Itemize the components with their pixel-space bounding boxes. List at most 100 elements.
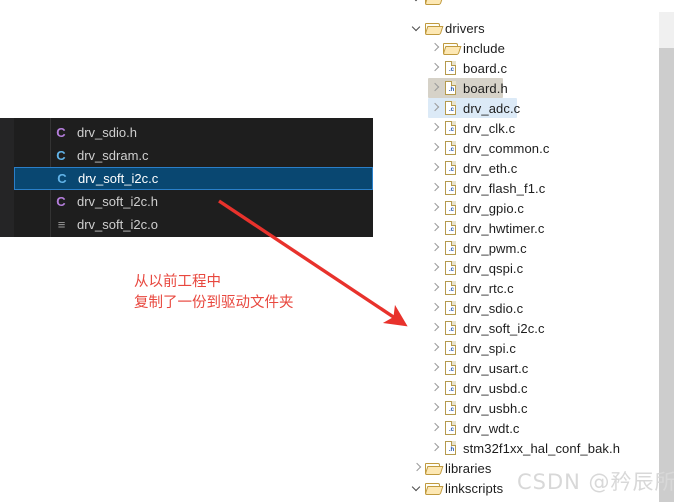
- tree-row[interactable]: .c drv_clk.c: [400, 118, 674, 138]
- tree-row[interactable]: .c drv_usbh.c: [400, 398, 674, 418]
- tree-row-label: stm32f1xx_hal_conf_bak.h: [463, 440, 621, 456]
- c-file-icon: .c: [442, 278, 460, 298]
- chevron-right-icon[interactable]: [428, 358, 442, 378]
- c-file-icon: .c: [442, 218, 460, 238]
- tree-row-label: drv_soft_i2c.c: [463, 320, 545, 336]
- chevron-right-icon[interactable]: [428, 338, 442, 358]
- chevron-right-icon[interactable]: [428, 158, 442, 178]
- chevron-right-icon[interactable]: [410, 458, 424, 478]
- annotation-note: 从以前工程中 复制了一份到驱动文件夹: [134, 274, 294, 311]
- folder-open-icon: [442, 38, 460, 58]
- chevron-right-icon[interactable]: [428, 118, 442, 138]
- chevron-right-icon[interactable]: [428, 258, 442, 278]
- dark-file-row[interactable]: Cdrv_soft_i2c.h: [51, 190, 373, 213]
- c-file-icon: .c: [442, 198, 460, 218]
- folder-open-icon: [424, 0, 442, 8]
- chevron-right-icon[interactable]: [428, 138, 442, 158]
- chevron-right-icon[interactable]: [428, 278, 442, 298]
- dark-file-explorer-panel[interactable]: Cdrv_sdio.h Cdrv_sdram.c Cdrv_soft_i2c.c Cd…: [0, 118, 373, 237]
- chevron-right-icon[interactable]: [428, 398, 442, 418]
- dark-file-row-selected[interactable]: Cdrv_soft_i2c.c: [14, 167, 373, 190]
- tree-row-label: drv_common.c: [463, 140, 550, 156]
- c-file-icon: .c: [442, 158, 460, 178]
- tree-row[interactable]: .c drv_usbd.c: [400, 378, 674, 398]
- project-file-tree[interactable]: drivers include .c board.c .h board.h .c drv_ad…: [400, 0, 674, 502]
- c-file-icon: .c: [442, 238, 460, 258]
- tree-row-label: drv_rtc.c: [463, 280, 514, 296]
- tree-scrollbar-thumb[interactable]: [659, 48, 674, 502]
- tree-row[interactable]: include: [400, 38, 674, 58]
- tree-row[interactable]: .c drv_gpio.c: [400, 198, 674, 218]
- tree-row[interactable]: .c drv_spi.c: [400, 338, 674, 358]
- c-file-icon: .c: [442, 358, 460, 378]
- folder-open-icon: [424, 458, 442, 478]
- tree-row-label: drv_spi.c: [463, 340, 516, 356]
- c-file-icon: .c: [442, 298, 460, 318]
- tree-row[interactable]: .c drv_eth.c: [400, 158, 674, 178]
- tree-row[interactable]: .c drv_qspi.c: [400, 258, 674, 278]
- tree-row-label: drv_usbd.c: [463, 380, 528, 396]
- chevron-right-icon[interactable]: [428, 38, 442, 58]
- chevron-right-icon[interactable]: [428, 378, 442, 398]
- tree-row-label: board.c: [463, 60, 508, 76]
- chevron-down-icon[interactable]: [410, 478, 424, 498]
- tree-row[interactable]: .c drv_hwtimer.c: [400, 218, 674, 238]
- tree-row[interactable]: .c drv_soft_i2c.c: [400, 318, 674, 338]
- tree-row[interactable]: .h stm32f1xx_hal_conf_bak.h: [400, 438, 674, 458]
- tree-row-list[interactable]: drivers include .c board.c .h board.h .c drv_ad…: [400, 18, 674, 498]
- tree-row[interactable]: .c board.c: [400, 58, 674, 78]
- chevron-right-icon[interactable]: [428, 298, 442, 318]
- c-file-icon: .c: [442, 118, 460, 138]
- tree-row-label: board.h: [463, 80, 508, 96]
- chevron-right-icon[interactable]: [428, 238, 442, 258]
- chevron-right-icon[interactable]: [428, 178, 442, 198]
- c-file-icon: .c: [442, 58, 460, 78]
- tree-row[interactable]: .c drv_sdio.c: [400, 298, 674, 318]
- tree-row-label: drv_flash_f1.c: [463, 180, 546, 196]
- tree-row[interactable]: .c drv_common.c: [400, 138, 674, 158]
- chevron-right-icon[interactable]: [428, 58, 442, 78]
- tree-row-label: linkscripts: [445, 480, 504, 496]
- chevron-right-icon[interactable]: [428, 318, 442, 338]
- c-file-icon: .c: [442, 178, 460, 198]
- dark-file-row[interactable]: Cdrv_sdio.h: [51, 121, 373, 144]
- chevron-right-icon[interactable]: [428, 78, 442, 98]
- chevron-right-icon[interactable]: [428, 98, 442, 118]
- c-file-icon: .c: [442, 138, 460, 158]
- tree-row[interactable]: .c drv_flash_f1.c: [400, 178, 674, 198]
- dark-file-row-label: drv_soft_i2c.h: [77, 194, 158, 209]
- c-file-icon: .c: [442, 258, 460, 278]
- tree-row[interactable]: .c drv_adc.c: [400, 98, 674, 118]
- tree-row-label: drv_gpio.c: [463, 200, 524, 216]
- tree-row[interactable]: .h board.h: [400, 78, 674, 98]
- folder-open-icon: [424, 18, 442, 38]
- h-file-icon: .h: [442, 78, 460, 98]
- dark-file-row[interactable]: ≡ drv_soft_i2c.o: [51, 213, 373, 236]
- tree-row-label: drv_wdt.c: [463, 420, 520, 436]
- dark-file-row[interactable]: Cdrv_sdram.c: [51, 144, 373, 167]
- tree-row[interactable]: .c drv_pwm.c: [400, 238, 674, 258]
- tree-row-label: drv_eth.c: [463, 160, 518, 176]
- chevron-right-icon[interactable]: [428, 198, 442, 218]
- chevron-right-icon[interactable]: [428, 218, 442, 238]
- chevron-down-icon[interactable]: [410, 0, 424, 8]
- tree-row[interactable]: .c drv_rtc.c: [400, 278, 674, 298]
- tree-row[interactable]: .c drv_wdt.c: [400, 418, 674, 438]
- chevron-down-icon[interactable]: [410, 18, 424, 38]
- tree-row-label: drv_adc.c: [463, 100, 521, 116]
- tree-row[interactable]: .c drv_usart.c: [400, 358, 674, 378]
- tree-row-label: drv_hwtimer.c: [463, 220, 545, 236]
- c-file-icon: .c: [442, 378, 460, 398]
- dark-file-row-label: drv_soft_i2c.o: [77, 217, 158, 232]
- tree-row[interactable]: drivers: [400, 18, 674, 38]
- csdn-watermark: CSDN @矜辰所致: [517, 470, 674, 494]
- h-file-icon: .h: [442, 438, 460, 458]
- tree-row-label: include: [463, 40, 505, 56]
- c-file-icon: .c: [442, 338, 460, 358]
- tree-row-label: drv_usbh.c: [463, 400, 528, 416]
- chevron-right-icon[interactable]: [428, 438, 442, 458]
- chevron-right-icon[interactable]: [428, 418, 442, 438]
- tree-row-partial-top[interactable]: [400, 0, 674, 8]
- tree-row-label: drv_clk.c: [463, 120, 516, 136]
- c-file-icon: C: [56, 194, 66, 209]
